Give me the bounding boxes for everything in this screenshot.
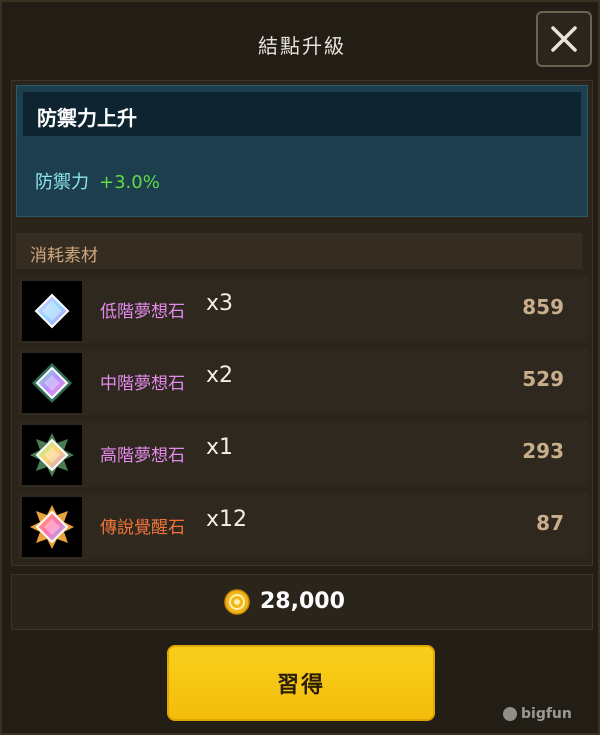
material-qty: x2 — [206, 363, 234, 388]
material-icon-box — [22, 281, 82, 341]
material-qty: x3 — [206, 291, 234, 316]
effect-panel: 防禦力上升 防禦力 +3.0% — [16, 85, 588, 217]
dialog-title: 結點升級 — [258, 34, 346, 58]
mid-dream-stone-icon — [32, 363, 72, 403]
material-owned: 87 — [536, 511, 564, 535]
material-name: 低階夢想石 — [100, 302, 185, 322]
watermark-text: bigfun — [521, 706, 572, 722]
stat-value: +3.0% — [99, 172, 160, 193]
material-qty: x1 — [206, 435, 234, 460]
material-owned: 529 — [522, 367, 564, 391]
material-name: 傳說覺醒石 — [100, 518, 185, 538]
material-name: 高階夢想石 — [100, 446, 185, 466]
watermark: bigfun — [503, 706, 595, 730]
material-row: 傳說覺醒石 x12 87 — [18, 493, 588, 559]
watermark-logo-icon — [503, 707, 517, 721]
dialog-header: 結點升級 — [2, 2, 600, 80]
material-icon-box — [22, 497, 82, 557]
material-icon-box — [22, 353, 82, 413]
cost-bar: 28,000 — [11, 574, 593, 630]
materials-label: 消耗素材 — [30, 246, 98, 266]
effect-title: 防禦力上升 — [37, 106, 137, 130]
dialog-content: 防禦力上升 防禦力 +3.0% 消耗素材 低階夢想石 x3 859 中階夢想石 … — [11, 80, 593, 566]
material-row: 低階夢想石 x3 859 — [18, 277, 588, 343]
materials-header: 消耗素材 — [16, 233, 582, 269]
stat-row: 防禦力 +3.0% — [35, 168, 160, 194]
material-row: 中階夢想石 x2 529 — [18, 349, 588, 415]
legend-awaken-stone-icon — [30, 505, 74, 549]
cost-value: 28,000 — [260, 589, 345, 614]
close-button[interactable] — [536, 11, 592, 67]
gold-coin-icon — [224, 589, 250, 615]
close-icon — [551, 26, 577, 52]
high-dream-stone-icon — [30, 433, 74, 477]
upgrade-dialog: 結點升級 防禦力上升 防禦力 +3.0% 消耗素材 低階夢想石 x3 859 中… — [0, 0, 600, 735]
low-dream-stone-icon — [34, 293, 70, 329]
stat-name: 防禦力 — [35, 172, 89, 193]
learn-button[interactable]: 習得 — [167, 645, 435, 721]
effect-title-bar: 防禦力上升 — [23, 92, 581, 136]
learn-button-label: 習得 — [276, 673, 325, 698]
material-owned: 859 — [522, 295, 564, 319]
material-name: 中階夢想石 — [100, 374, 185, 394]
material-qty: x12 — [206, 507, 248, 532]
material-owned: 293 — [522, 439, 564, 463]
material-icon-box — [22, 425, 82, 485]
material-row: 高階夢想石 x1 293 — [18, 421, 588, 487]
